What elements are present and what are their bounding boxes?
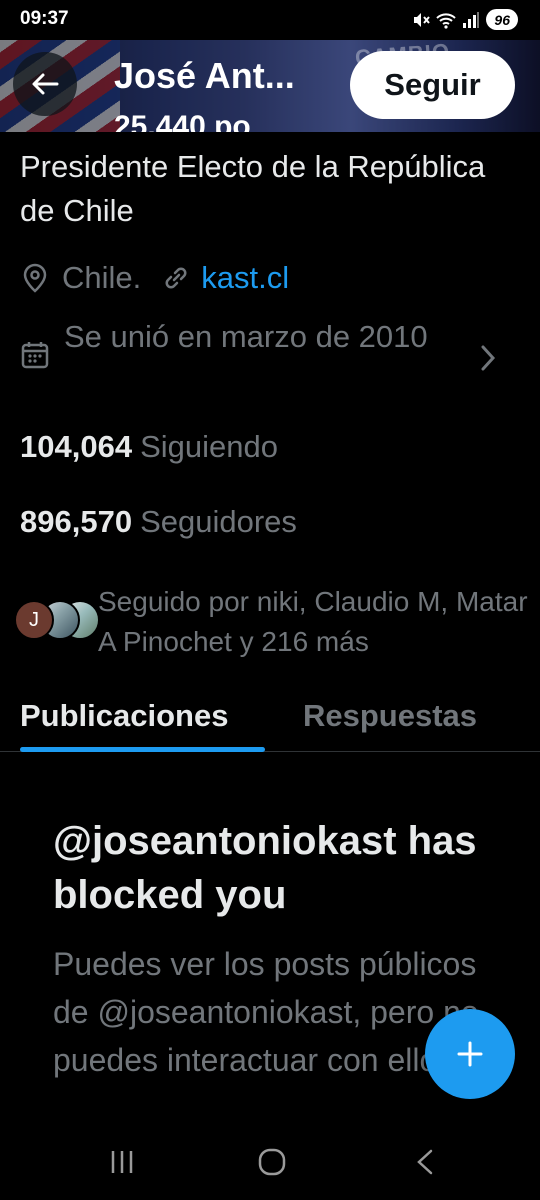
mute-icon [414, 12, 431, 27]
calendar-icon [21, 342, 49, 369]
following-count: 104,064 [20, 429, 133, 464]
signal-icon [463, 11, 480, 28]
tab-respuestas[interactable]: Respuestas [303, 698, 477, 734]
following-label: Siguiendo [140, 429, 278, 464]
system-nav-bar [0, 1124, 540, 1200]
back-button[interactable] [13, 52, 77, 116]
location-row: Chile. kast.cl [20, 256, 289, 300]
header-title: José Ant... [114, 55, 295, 96]
followed-by-row[interactable]: J Seguido por niki, Claudio M, Matar A P… [14, 582, 534, 662]
link-icon [165, 267, 187, 289]
followed-by-text: Seguido por niki, Claudio M, Matar A Pin… [98, 586, 528, 657]
status-bar: 09:37 96 [0, 0, 540, 40]
follow-button[interactable]: Seguir [350, 51, 515, 119]
arrow-left-icon [32, 73, 59, 95]
followers-label: Seguidores [140, 504, 297, 539]
tab-publicaciones[interactable]: Publicaciones [20, 698, 228, 734]
recents-icon[interactable] [108, 1148, 136, 1176]
joined-date: Se unió en marzo de 2010 [64, 319, 428, 354]
joined-row[interactable]: Se unió en marzo de 2010 [20, 314, 520, 406]
blocked-message: Puedes ver los posts públicos de @josean… [53, 946, 479, 1078]
avatar: J [14, 600, 54, 640]
back-nav-icon[interactable] [414, 1148, 436, 1176]
chevron-right-icon [481, 345, 496, 371]
profile-bio: Presidente Electo de la República de Chi… [20, 149, 486, 228]
wifi-icon [436, 12, 457, 29]
website-link[interactable]: kast.cl [201, 260, 289, 296]
status-time: 09:37 [20, 8, 69, 29]
location-pin-icon [23, 263, 47, 293]
battery-icon: 96 [486, 9, 518, 30]
status-icons: 96 [412, 9, 518, 30]
plus-icon [457, 1041, 483, 1067]
compose-button[interactable] [425, 1009, 515, 1099]
profile-tabs: Publicaciones Respuestas [0, 690, 540, 752]
followers-stat[interactable]: 896,570 Seguidores [20, 504, 297, 540]
home-icon[interactable] [257, 1148, 287, 1176]
blocked-title: @joseantoniokast has blocked you [53, 819, 477, 917]
location-text: Chile. [62, 260, 142, 295]
active-tab-indicator [20, 747, 265, 752]
header-subtitle: 25.440 po [114, 110, 251, 132]
following-stat[interactable]: 104,064 Siguiendo [20, 429, 278, 465]
followers-count: 896,570 [20, 504, 133, 539]
